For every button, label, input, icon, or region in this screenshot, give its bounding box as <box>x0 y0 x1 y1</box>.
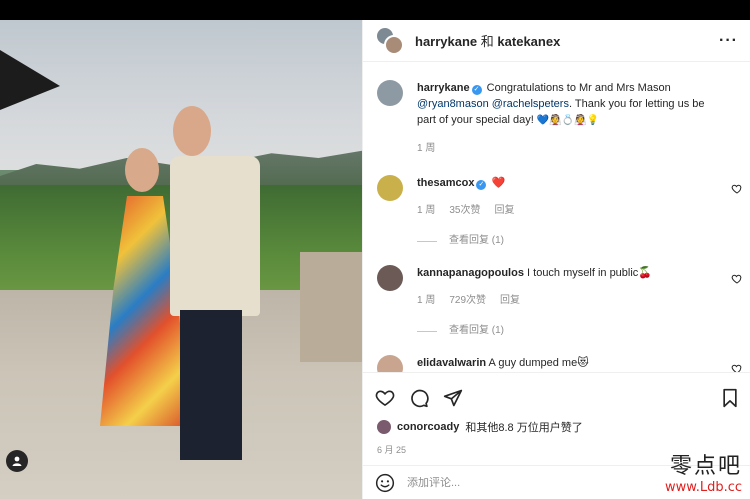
header-user-2[interactable]: katekanex <box>497 34 560 49</box>
comment-reply-button[interactable]: 回复 <box>494 203 514 219</box>
header-usernames: harrykane 和 katekanex <box>415 31 560 50</box>
comment-like-heart-icon[interactable] <box>731 183 743 195</box>
avatar[interactable] <box>377 265 403 291</box>
instagram-post-dialog: harrykane 和 katekanex ··· harrykane ✓ Con… <box>0 20 750 499</box>
caption-emojis: 💙👰💍👰💡 <box>536 115 600 126</box>
likes-text[interactable]: 和其他8.8 万位用户赞了 <box>465 419 582 435</box>
comment-likes[interactable]: 35次赞 <box>449 203 480 219</box>
comment-text: ❤️ <box>491 177 506 189</box>
photo-man-jacket <box>170 156 260 316</box>
post-header: harrykane 和 katekanex ··· <box>363 20 750 62</box>
comment-reply-button[interactable]: 回复 <box>500 293 520 309</box>
view-replies-label[interactable]: 查看回复 (1) <box>449 323 504 339</box>
watermark-title: 零点吧 <box>669 454 742 479</box>
likes-summary[interactable]: conorcoady 和其他8.8 万位用户赞了 <box>363 413 750 435</box>
view-replies[interactable]: 查看回复 (1) <box>417 323 721 339</box>
add-comment-input[interactable] <box>407 476 627 489</box>
photo-wall <box>300 252 362 362</box>
header-joiner: 和 <box>480 34 494 49</box>
comment-like-heart-icon[interactable] <box>731 273 743 285</box>
comment-username[interactable]: elidavalwarin <box>417 357 486 369</box>
verified-icon: ✓ <box>476 180 487 190</box>
caption-username[interactable]: harrykane <box>417 82 470 94</box>
emoji-icon[interactable] <box>375 473 395 493</box>
comment-meta: 1 周 35次赞 回复 <box>417 203 721 219</box>
likes-user[interactable]: conorcoady <box>397 421 459 433</box>
comment-item: kannapanagopoulos I touch myself in publ… <box>363 265 750 339</box>
header-avatars[interactable] <box>375 25 405 56</box>
view-replies[interactable]: 查看回复 (1) <box>417 233 721 249</box>
post-photo[interactable] <box>0 20 362 499</box>
caption-text: Congratulations to Mr and Mrs Mason <box>486 82 671 94</box>
watermark: 零点吧 www.Ldb.cc <box>665 448 742 495</box>
comment-time: 1 周 <box>417 205 436 216</box>
comment-time: 1 周 <box>417 295 436 306</box>
heart-icon[interactable] <box>375 388 395 408</box>
comment-username[interactable]: thesamcox <box>417 177 474 189</box>
action-icons <box>363 373 750 413</box>
header-user-1[interactable]: harrykane <box>415 34 477 49</box>
view-replies-label[interactable]: 查看回复 (1) <box>449 233 504 249</box>
photo-man-head <box>173 106 211 156</box>
photo-woman-head <box>125 148 159 192</box>
avatar <box>384 34 404 55</box>
caption-time: 1 周 <box>417 143 436 154</box>
post-side-panel: harrykane 和 katekanex ··· harrykane ✓ Con… <box>362 20 750 499</box>
comment-icon[interactable] <box>409 388 429 408</box>
replies-divider <box>417 330 437 332</box>
post-caption: harrykane ✓ Congratulations to Mr and Mrs… <box>363 62 750 157</box>
avatar[interactable] <box>377 80 403 106</box>
bookmark-icon[interactable] <box>721 388 739 408</box>
verified-icon: ✓ <box>471 85 482 95</box>
caption-meta: 1 周 <box>417 141 721 157</box>
user-tag-icon[interactable] <box>6 450 28 472</box>
comment-item: elidavalwarin A guy dumped me😻 <box>363 355 750 372</box>
comment-text: A guy dumped me😻 <box>488 357 589 369</box>
comment-text: I touch myself in public🍒 <box>527 267 653 279</box>
comments-scroll-area[interactable]: harrykane ✓ Congratulations to Mr and Mrs… <box>363 62 750 372</box>
share-icon[interactable] <box>443 388 463 408</box>
avatar[interactable] <box>377 175 403 201</box>
comment-item: thesamcox ✓ ❤️ 1 周 35次赞 回复 查看回复 (1) <box>363 175 750 249</box>
avatar <box>377 420 391 434</box>
photo-man-legs <box>180 310 242 460</box>
comment-username[interactable]: kannapanagopoulos <box>417 267 524 279</box>
comment-meta: 1 周 729次赞 回复 <box>417 293 721 309</box>
comment-likes[interactable]: 729次赞 <box>449 293 486 309</box>
more-icon[interactable]: ··· <box>719 32 738 50</box>
comment-like-heart-icon[interactable] <box>731 363 743 372</box>
caption-mention[interactable]: @rachelspeters <box>492 98 569 110</box>
caption-mention[interactable]: @ryan8mason <box>417 98 489 110</box>
avatar[interactable] <box>377 355 403 372</box>
watermark-url: www.Ldb.cc <box>664 480 742 495</box>
replies-divider <box>417 240 437 242</box>
